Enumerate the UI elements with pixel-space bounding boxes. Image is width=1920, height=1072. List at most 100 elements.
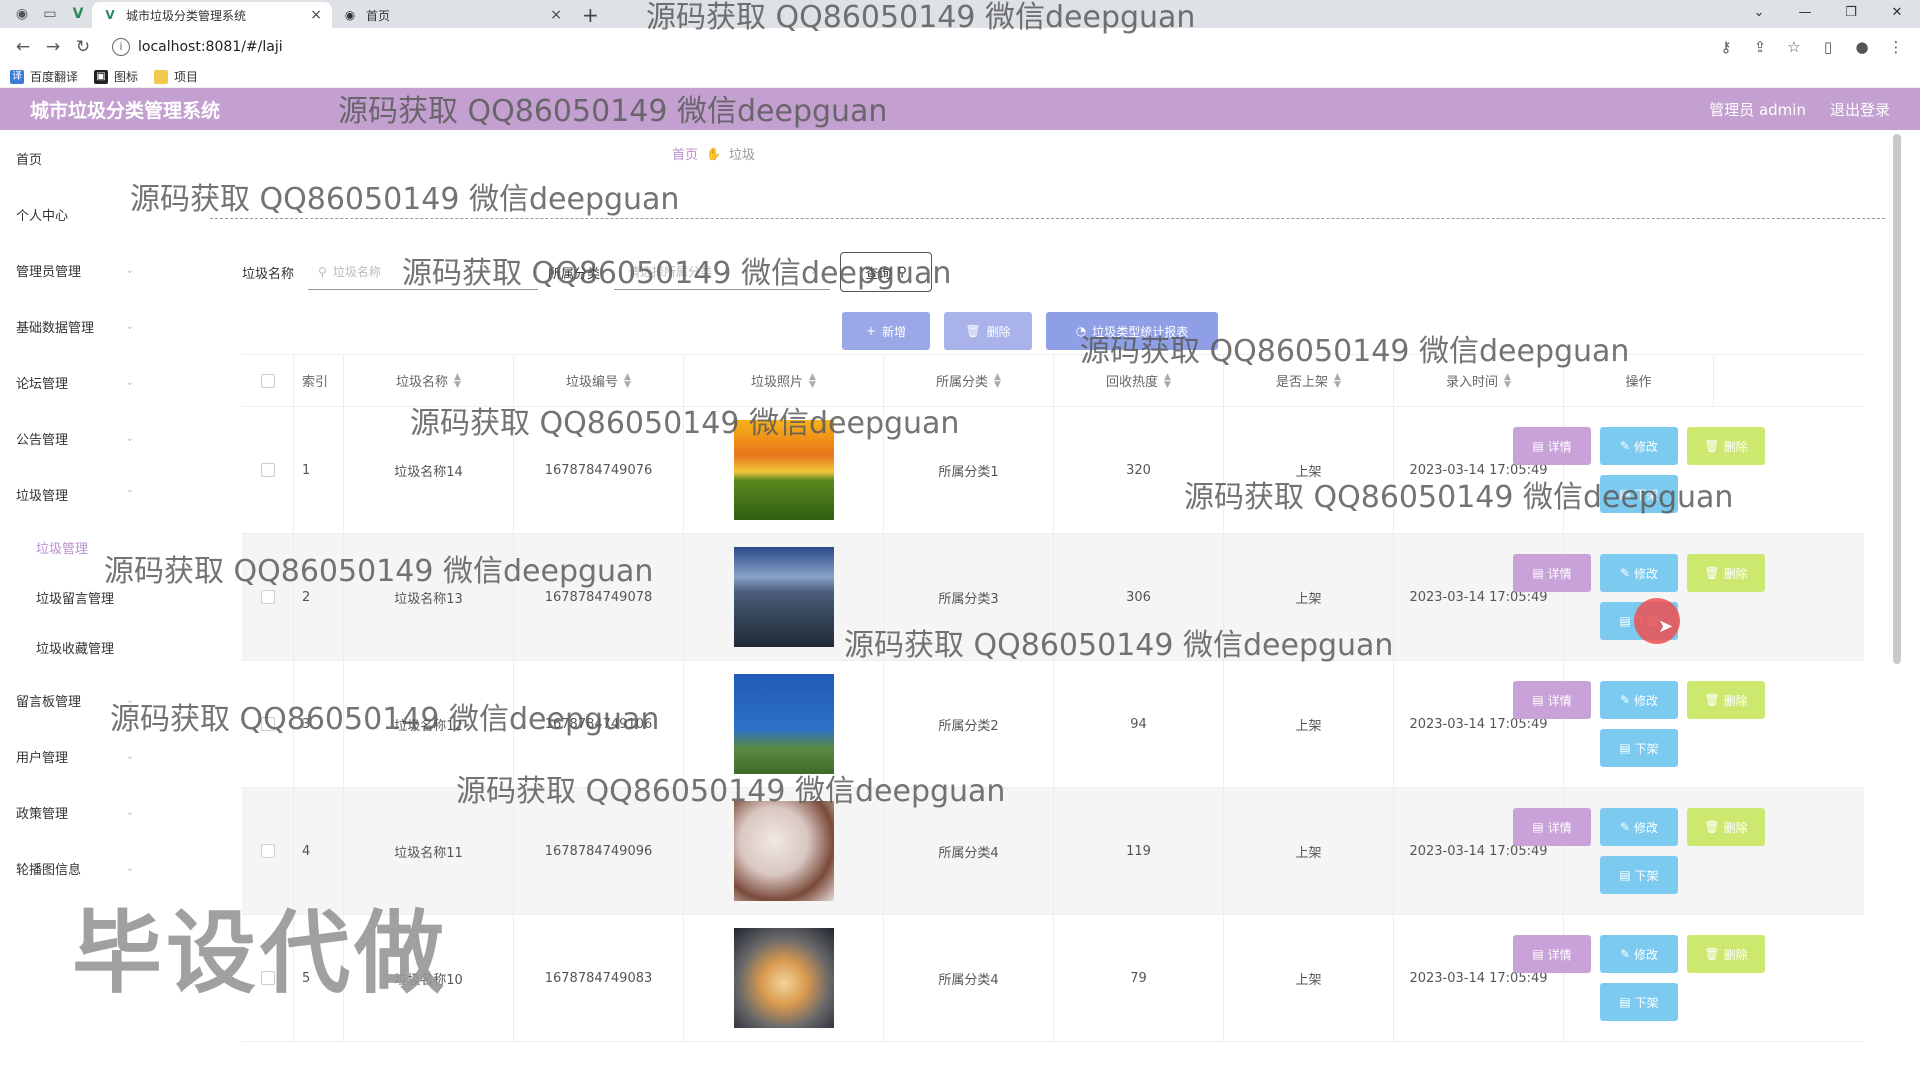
bookmark-item[interactable]: 项目: [154, 68, 198, 85]
image-icon: ▣: [94, 69, 109, 84]
column-header[interactable]: 垃圾编号 ▲ ▼: [514, 355, 684, 406]
garbage-photo[interactable]: [733, 801, 834, 901]
close-icon[interactable]: ×: [310, 7, 322, 23]
query-button[interactable]: 查询 ⚲: [840, 252, 933, 292]
delete-button[interactable]: 🗑 删除: [1687, 554, 1765, 592]
edit-button[interactable]: ✎ 修改: [1600, 935, 1678, 973]
breadcrumb: 首页 ✋ 垃圾: [672, 144, 755, 164]
sidebar-item-profile[interactable]: 个人中心: [0, 186, 200, 242]
sort-icon[interactable]: ▲ ▼: [994, 372, 1001, 389]
column-header[interactable]: 回收热度 ▲ ▼: [1054, 355, 1224, 406]
close-icon[interactable]: ×: [550, 7, 562, 23]
batch-delete-button[interactable]: 🗑 删除: [944, 312, 1032, 350]
share-icon[interactable]: ⇪: [1750, 38, 1770, 56]
detail-button[interactable]: ▤ 详情: [1513, 427, 1591, 465]
column-header[interactable]: 是否上架 ▲ ▼: [1224, 355, 1394, 406]
garbage-photo[interactable]: [733, 674, 834, 774]
sidebar-item-home[interactable]: 首页: [0, 130, 200, 186]
edit-button[interactable]: ✎ 修改: [1600, 427, 1678, 465]
star-icon[interactable]: ☆: [1784, 38, 1804, 56]
delete-button[interactable]: 🗑 删除: [1687, 808, 1765, 846]
profile-icon[interactable]: ●: [1852, 38, 1872, 56]
sort-icon[interactable]: ▲ ▼: [809, 372, 816, 389]
vue-icon[interactable]: V: [64, 0, 92, 28]
name-search-input[interactable]: ⚲ 垃圾名称: [308, 254, 539, 290]
column-header[interactable]: 垃圾名称 ▲ ▼: [344, 355, 514, 406]
garbage-photo[interactable]: [733, 547, 834, 647]
detail-button[interactable]: ▤ 详情: [1513, 554, 1591, 592]
unshelve-button[interactable]: ▤下架: [1600, 475, 1678, 513]
edit-button[interactable]: ✎ 修改: [1600, 808, 1678, 846]
sort-icon[interactable]: ▲ ▼: [1334, 372, 1341, 389]
unshelve-button[interactable]: ▤下架: [1600, 729, 1678, 767]
delete-button[interactable]: 🗑 删除: [1687, 935, 1765, 973]
bookmark-item[interactable]: 译百度翻译: [10, 68, 78, 85]
logout-link[interactable]: 退出登录: [1830, 99, 1890, 120]
sidebar-item-basedata[interactable]: 基础数据管理 ⌄: [0, 298, 200, 354]
sidebar-item-forum[interactable]: 论坛管理 ⌄: [0, 354, 200, 410]
sidebar-item-notice[interactable]: 公告管理 ⌄: [0, 410, 200, 466]
column-header[interactable]: 所属分类 ▲ ▼: [884, 355, 1054, 406]
table-row[interactable]: 4 垃圾名称11 1678784749096 所属分类4 119 上架 2023-03-14…: [242, 788, 1864, 915]
info-icon[interactable]: i: [112, 38, 130, 56]
table-row[interactable]: 5 垃圾名称10 1678784749083 所属分类4 79 上架 2023-03-14 …: [242, 915, 1864, 1042]
menu-icon[interactable]: ⋮: [1886, 38, 1906, 56]
edit-button[interactable]: ✎ 修改: [1600, 681, 1678, 719]
sidebar-item-garbage[interactable]: 垃圾管理 ⌃: [0, 466, 200, 522]
chevron-down-icon: ⌄: [125, 320, 134, 332]
sidebar-icon[interactable]: ▯: [1818, 38, 1838, 56]
scrollbar[interactable]: [1893, 134, 1901, 664]
detail-button[interactable]: ▤ 详情: [1513, 681, 1591, 719]
table-row[interactable]: 1 垃圾名称14 1678784749076 所属分类1 320 上架 2023-03-14…: [242, 407, 1864, 534]
tab-home[interactable]: ◉ 首页 ×: [332, 2, 572, 28]
sidebar-subitem-garbage[interactable]: 垃圾管理: [0, 522, 200, 572]
category-select[interactable]: 请选择所属分类 ⌄: [614, 254, 831, 290]
bookmark-item[interactable]: ▣ 图标: [94, 68, 138, 85]
unshelve-button[interactable]: ▤下架: [1600, 856, 1678, 894]
garbage-photo[interactable]: [733, 928, 834, 1028]
detail-button[interactable]: ▤ 详情: [1513, 935, 1591, 973]
delete-button[interactable]: 🗑 删除: [1687, 427, 1765, 465]
key-icon[interactable]: ⚷: [1716, 38, 1736, 56]
reload-icon[interactable]: ↻: [68, 37, 98, 57]
chevron-down-icon[interactable]: ⌄: [1736, 0, 1782, 28]
breadcrumb-home[interactable]: 首页: [672, 144, 698, 163]
url-field[interactable]: i localhost:8081/#/laji: [108, 32, 1716, 62]
row-checkbox[interactable]: [260, 844, 275, 858]
column-header[interactable]: 录入时间 ▲ ▼: [1394, 355, 1564, 406]
sidebar-item-admins[interactable]: 管理员管理 ⌄: [0, 242, 200, 298]
new-tab-button[interactable]: +: [582, 2, 599, 28]
sort-icon[interactable]: ▲ ▼: [454, 372, 461, 389]
globe-icon[interactable]: ◉: [8, 0, 36, 28]
sidebar-subitem-favorites[interactable]: 垃圾收藏管理: [0, 622, 200, 672]
row-checkbox[interactable]: [260, 463, 275, 477]
edit-button[interactable]: ✎ 修改: [1600, 554, 1678, 592]
restore-icon[interactable]: ❐: [1828, 0, 1874, 28]
column-header[interactable]: 垃圾照片 ▲ ▼: [684, 355, 884, 406]
unshelve-button[interactable]: ▤下架: [1600, 983, 1678, 1021]
sort-icon[interactable]: ▲ ▼: [1164, 372, 1171, 389]
sidebar-item-users[interactable]: 用户管理 ⌄: [0, 728, 200, 784]
sidebar-subitem-comments[interactable]: 垃圾留言管理: [0, 572, 200, 622]
sort-icon[interactable]: ▲ ▼: [1504, 372, 1511, 389]
sidebar-item-messageboard[interactable]: 留言板管理 ⌄: [0, 672, 200, 728]
cell-photo: [684, 534, 884, 660]
report-button[interactable]: ◔ 垃圾类型统计报表: [1046, 312, 1218, 350]
back-icon[interactable]: ←: [8, 37, 38, 57]
garbage-photo[interactable]: [733, 420, 834, 520]
delete-button[interactable]: 🗑 删除: [1687, 681, 1765, 719]
minimize-icon[interactable]: —: [1782, 0, 1828, 28]
table-row[interactable]: 2 垃圾名称13 1678784749078 所属分类3 306 上架 2023-03-14…: [242, 534, 1864, 661]
add-button[interactable]: + 新增: [842, 312, 930, 350]
table-row[interactable]: 3 垃圾名称12 1678784749106 所属分类2 94 上架 2023-03-14 …: [242, 661, 1864, 788]
forward-icon[interactable]: →: [38, 37, 68, 57]
sidebar-item-policy[interactable]: 政策管理 ⌄: [0, 784, 200, 840]
tab-active[interactable]: V 城市垃圾分类管理系统 ×: [92, 2, 332, 28]
select-all-checkbox[interactable]: [260, 373, 275, 388]
sort-icon[interactable]: ▲ ▼: [624, 372, 631, 389]
window-icon[interactable]: ▭: [36, 0, 64, 28]
row-checkbox[interactable]: [260, 717, 275, 731]
row-checkbox[interactable]: [260, 590, 275, 604]
detail-button[interactable]: ▤ 详情: [1513, 808, 1591, 846]
close-icon[interactable]: ✕: [1874, 0, 1920, 28]
